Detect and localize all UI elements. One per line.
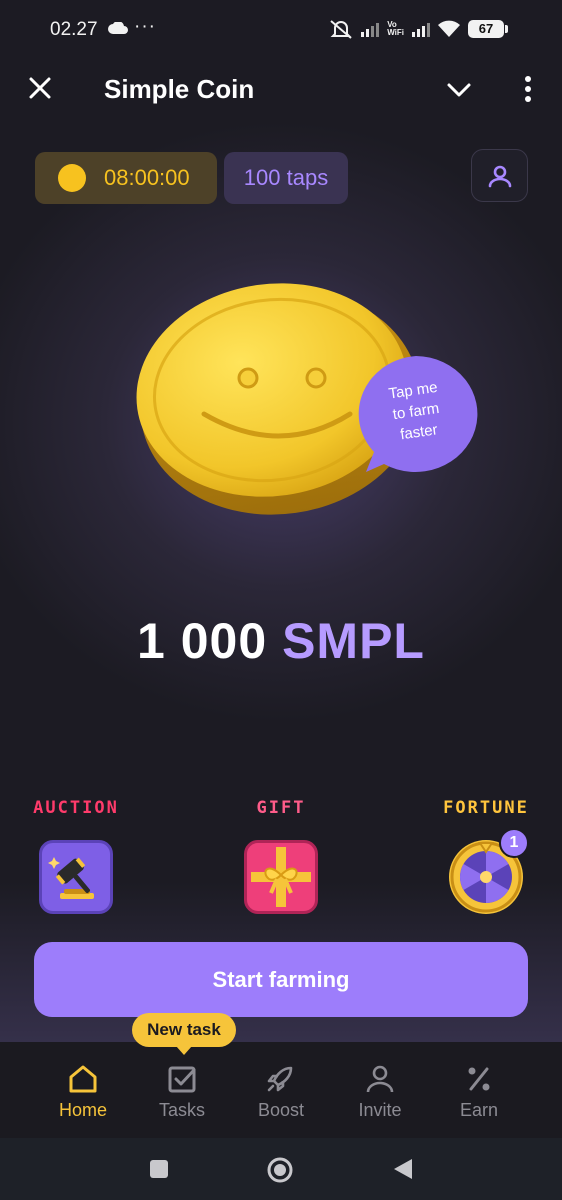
vowifi-line-2: WiFi xyxy=(387,28,404,37)
recent-apps-icon[interactable] xyxy=(148,1158,170,1180)
bottom-nav: Home Tasks Boost Invite Earn xyxy=(0,1042,562,1138)
user-icon xyxy=(366,1065,394,1093)
tap-hint-bubble: Tap me to farm faster xyxy=(352,354,480,474)
feature-label-gift: GIFT xyxy=(256,798,306,818)
balance-unit: SMPL xyxy=(282,613,425,669)
home-icon xyxy=(69,1065,97,1093)
app-title: Simple Coin xyxy=(104,74,255,104)
back-triangle-icon[interactable] xyxy=(392,1157,414,1181)
tap-coin[interactable]: Tap me to farm faster xyxy=(130,282,490,542)
profile-button[interactable] xyxy=(471,149,528,202)
status-bar: 02.27 ··· Vo WiFi 67 xyxy=(0,0,562,62)
nav-invite-label: Invite xyxy=(358,1100,402,1120)
status-more-dots: ··· xyxy=(134,16,156,37)
nav-tasks-label: Tasks xyxy=(158,1100,205,1120)
nav-boost-label: Boost xyxy=(257,1100,305,1120)
fortune-wheel-icon: 1 xyxy=(449,828,529,914)
coin-dot-icon xyxy=(58,164,86,192)
nav-home[interactable]: Home xyxy=(33,1064,133,1121)
fortune-badge: 1 xyxy=(499,828,529,858)
app-header: Simple Coin xyxy=(0,62,562,122)
balance: 1 000 SMPL xyxy=(0,612,562,670)
nav-tasks[interactable]: Tasks xyxy=(132,1064,232,1121)
gift-box-icon xyxy=(244,840,318,914)
close-icon[interactable] xyxy=(26,74,54,102)
nav-boost[interactable]: Boost xyxy=(231,1064,331,1121)
gavel-shape xyxy=(48,857,94,899)
nav-earn[interactable]: Earn xyxy=(429,1064,529,1121)
system-nav-bar xyxy=(0,1138,562,1200)
profile-icon xyxy=(488,165,511,187)
gift-shape xyxy=(251,847,311,907)
timer-text: 08:00:00 xyxy=(104,165,190,190)
chevron-down-icon[interactable] xyxy=(445,76,473,104)
nav-earn-label: Earn xyxy=(459,1100,499,1120)
nav-invite[interactable]: Invite xyxy=(330,1064,430,1121)
signal-icon xyxy=(361,21,380,37)
nav-home-label: Home xyxy=(58,1100,107,1120)
vowifi-icon: Vo WiFi xyxy=(387,21,404,37)
feature-gift[interactable]: GIFT xyxy=(211,798,351,914)
feature-fortune[interactable]: FORTUNE 1 xyxy=(416,798,556,914)
rocket-icon xyxy=(267,1066,293,1092)
mute-vibrate-icon xyxy=(330,20,352,39)
feature-auction[interactable]: AUCTION xyxy=(6,798,146,914)
cloud-icon xyxy=(108,22,128,34)
auction-gavel-icon xyxy=(39,840,113,914)
balance-amount: 1 000 xyxy=(137,613,268,669)
percent-icon xyxy=(468,1067,490,1091)
status-time: 02.27 xyxy=(50,19,98,40)
feature-label-auction: AUCTION xyxy=(33,798,119,818)
main-area: 08:00:00 100 taps Tap me to farm faster … xyxy=(0,122,562,1042)
wifi-icon xyxy=(438,20,460,37)
taps-chip: 100 taps xyxy=(224,152,348,204)
status-icons: Vo WiFi 67 xyxy=(329,19,508,39)
feature-label-fortune: FORTUNE xyxy=(443,798,529,818)
new-task-badge: New task xyxy=(132,1013,236,1055)
start-farming-button[interactable]: Start farming xyxy=(34,942,528,1017)
more-vertical-icon[interactable] xyxy=(518,74,538,104)
home-circle-icon[interactable] xyxy=(266,1156,294,1184)
tasks-icon xyxy=(168,1066,196,1093)
timer-chip: 08:00:00 xyxy=(35,152,217,204)
battery-icon: 67 xyxy=(468,20,508,38)
signal-icon-2 xyxy=(412,21,430,37)
